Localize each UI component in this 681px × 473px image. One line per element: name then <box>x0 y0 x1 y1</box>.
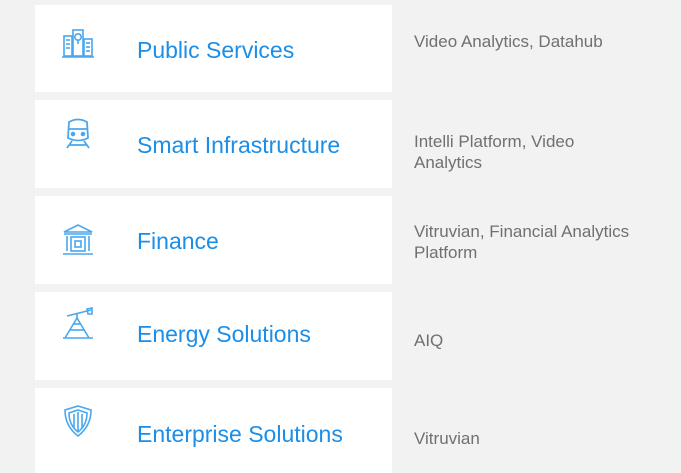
shield-icon <box>61 404 95 438</box>
sector-label[interactable]: Smart Infrastructure <box>137 131 340 159</box>
sector-products: Vitruvian <box>414 429 480 448</box>
sector-label[interactable]: Finance <box>137 227 219 255</box>
oil-pump-icon <box>61 306 95 340</box>
sector-products: AIQ <box>414 331 444 350</box>
sector-products: Intelli Platform, Video Analytics <box>414 132 575 172</box>
sector-products: Video Analytics, Datahub <box>414 32 603 51</box>
sector-row-public-services[interactable]: Public Services <box>35 5 392 92</box>
city-map-icon <box>61 26 95 60</box>
sector-label[interactable]: Energy Solutions <box>137 320 311 348</box>
sector-row-enterprise-solutions[interactable]: Enterprise Solutions <box>35 388 392 473</box>
sector-row-smart-infrastructure[interactable]: Smart Infrastructure <box>35 100 392 188</box>
sector-row-finance[interactable]: Finance <box>35 196 392 284</box>
sector-label[interactable]: Public Services <box>137 36 294 64</box>
sector-row-energy-solutions[interactable]: Energy Solutions <box>35 292 392 380</box>
train-icon <box>61 116 95 150</box>
sector-products: Vitruvian, Financial Analytics Platform <box>414 222 630 262</box>
sector-label[interactable]: Enterprise Solutions <box>137 420 343 448</box>
bank-icon <box>61 223 95 257</box>
